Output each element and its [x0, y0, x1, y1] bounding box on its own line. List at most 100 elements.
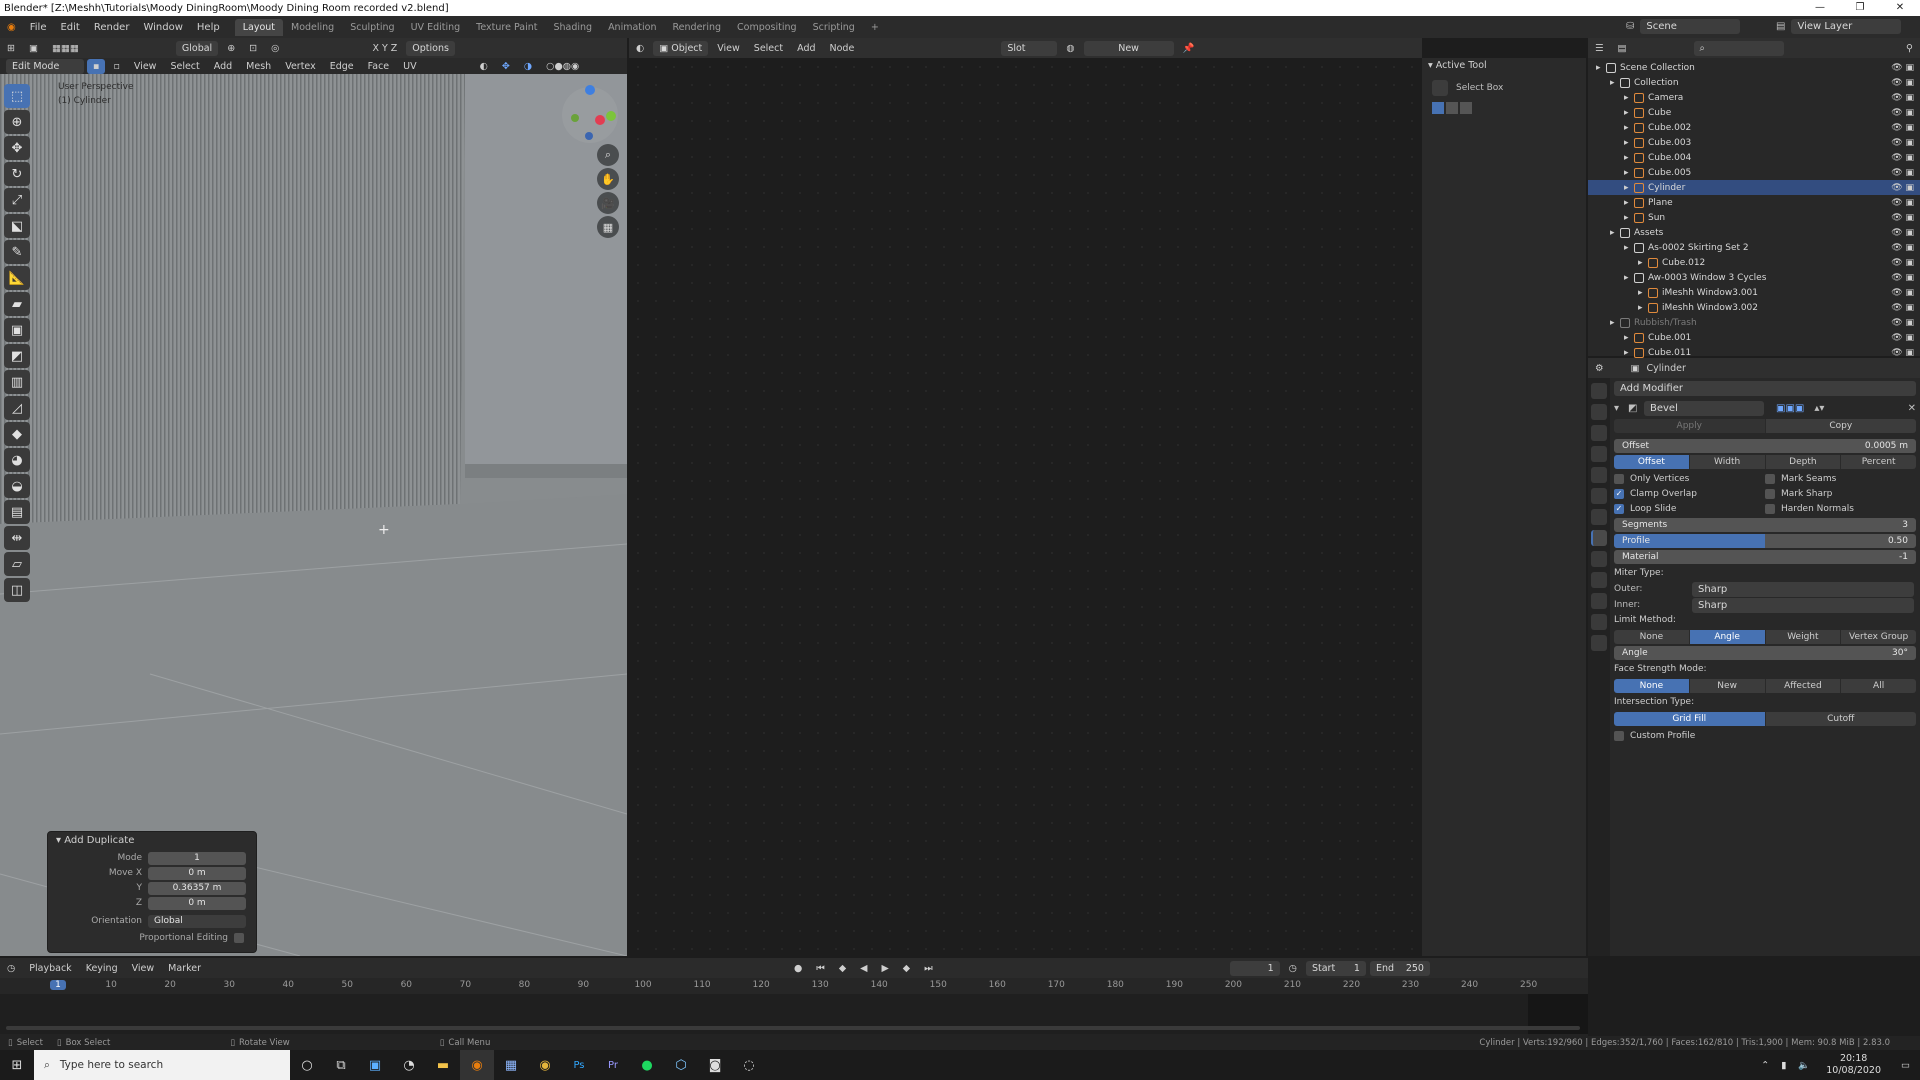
windows-start-icon[interactable]: ⊞	[0, 1050, 34, 1080]
outliner-row[interactable]: ▸ Cube.001 👁 ▣	[1588, 330, 1920, 345]
profile-slider[interactable]: Profile 0.50	[1614, 534, 1916, 548]
shrink-fatten-icon[interactable]: ⇹	[4, 526, 30, 550]
menu-render[interactable]: Render	[87, 22, 137, 33]
rotate-icon[interactable]: ↻	[4, 162, 30, 186]
expand-toggle-icon[interactable]: ▸	[1638, 258, 1648, 268]
node-grid[interactable]	[629, 58, 1422, 956]
viewport-menu-uv[interactable]: UV	[397, 59, 422, 74]
redo-panel-title[interactable]: ▾ Add Duplicate	[48, 832, 256, 850]
camera-view-icon[interactable]: 🎥	[597, 192, 619, 214]
checkbox-row[interactable]: Mark Seams	[1765, 471, 1916, 486]
photoshop-icon[interactable]: Ps	[562, 1050, 596, 1080]
calculator-icon[interactable]: ▦	[494, 1050, 528, 1080]
volume-icon[interactable]: 🔈	[1798, 1060, 1810, 1071]
node-menu-select[interactable]: Select	[748, 41, 789, 56]
expand-toggle-icon[interactable]: ▸	[1624, 273, 1634, 283]
face-strength-new[interactable]: New	[1689, 679, 1766, 693]
width-type-depth[interactable]: Depth	[1765, 455, 1842, 469]
smooth-icon[interactable]: ◒	[4, 474, 30, 498]
record-icon[interactable]: ●	[788, 961, 808, 976]
gizmo-toggle-icon[interactable]: ✥	[496, 59, 516, 74]
checkbox[interactable]	[1765, 503, 1775, 514]
viewport-menu-edge[interactable]: Edge	[324, 59, 360, 74]
outliner-display-icon[interactable]: ▤	[1612, 41, 1633, 56]
scene-selector[interactable]: ⛁ Scene	[1626, 19, 1742, 34]
checkbox-row[interactable]: ✓ Loop Slide	[1614, 501, 1765, 516]
expand-toggle-icon[interactable]: ▸	[1624, 138, 1634, 148]
edge-select-icon[interactable]: ▫	[107, 59, 125, 74]
expand-toggle-icon[interactable]: ▸	[1638, 303, 1648, 313]
extrude-icon[interactable]: ▰	[4, 292, 30, 316]
tray-chevron-icon[interactable]: ⌃	[1761, 1060, 1769, 1071]
options-dropdown[interactable]: Options	[406, 40, 455, 56]
jump-start-icon[interactable]: ⏮	[810, 961, 831, 976]
material-browse-icon[interactable]: ◍	[1060, 41, 1080, 56]
node-menu-node[interactable]: Node	[824, 41, 861, 56]
visibility-toggle-icon[interactable]: 👁 ▣	[1891, 63, 1914, 73]
menu-window[interactable]: Window	[136, 22, 189, 33]
expand-toggle-icon[interactable]: ▸	[1624, 198, 1634, 208]
select-box-icon[interactable]: ⬚	[4, 84, 30, 108]
overlay-toggle-icon[interactable]: ◑	[518, 59, 538, 74]
add-workspace-button[interactable]: +	[863, 19, 887, 36]
face-strength-affected[interactable]: Affected	[1765, 679, 1842, 693]
pin-icon[interactable]: 📌	[1177, 41, 1201, 56]
apply-button[interactable]: Apply	[1614, 419, 1766, 433]
limit-vertex-group[interactable]: Vertex Group	[1841, 630, 1916, 644]
viewlayer-selector[interactable]: ▤ View Layer	[1776, 19, 1903, 34]
limit-angle[interactable]: Angle	[1689, 630, 1766, 644]
cursor-icon[interactable]: ⊕	[4, 110, 30, 134]
outliner-row[interactable]: ▸ Rubbish/Trash 👁 ▣	[1588, 315, 1920, 330]
rip-region-icon[interactable]: ◫	[4, 578, 30, 602]
tab-texture-paint[interactable]: Texture Paint	[468, 19, 545, 36]
menu-file[interactable]: File	[23, 22, 54, 33]
modifier-collapse-icon[interactable]: ▾	[1614, 403, 1628, 414]
visibility-toggle-icon[interactable]: 👁 ▣	[1891, 198, 1914, 208]
outliner-row[interactable]: ▸ Plane 👁 ▣	[1588, 195, 1920, 210]
redo-move-x-field[interactable]: 0 m	[148, 866, 246, 880]
properties-type-icon[interactable]: ⚙	[1589, 361, 1610, 376]
node-editor[interactable]: ◐ ▣ Object View Select Add Node Slot ◍ N…	[629, 38, 1422, 956]
outliner-row[interactable]: ▸ Cube 👁 ▣	[1588, 105, 1920, 120]
move-icon[interactable]: ✥	[4, 136, 30, 160]
visibility-toggle-icon[interactable]: 👁 ▣	[1891, 153, 1914, 163]
cortana-icon[interactable]: ○	[290, 1050, 324, 1080]
outliner-type-icon[interactable]: ☰	[1589, 41, 1610, 56]
proportional-icon[interactable]: ◎	[265, 41, 285, 56]
visibility-toggle-icon[interactable]: 👁 ▣	[1891, 78, 1914, 88]
tab-compositing[interactable]: Compositing	[729, 19, 805, 36]
visibility-toggle-icon[interactable]: 👁 ▣	[1891, 228, 1914, 238]
checkbox-row[interactable]: Mark Sharp	[1765, 486, 1916, 501]
visibility-toggle-icon[interactable]: 👁 ▣	[1891, 93, 1914, 103]
menu-help[interactable]: Help	[190, 22, 227, 33]
add-modifier-dropdown[interactable]: Add Modifier	[1614, 381, 1916, 396]
width-type-percent[interactable]: Percent	[1841, 455, 1916, 469]
material-tab-icon[interactable]	[1591, 635, 1607, 651]
object-tab-icon[interactable]	[1591, 509, 1607, 525]
outliner-row[interactable]: ▸ As-0002 Skirting Set 2 👁 ▣	[1588, 240, 1920, 255]
checkbox[interactable]: ✓	[1614, 503, 1624, 514]
viewport-menu-vertex[interactable]: Vertex	[279, 59, 322, 74]
transform-icon[interactable]: ⬕	[4, 214, 30, 238]
visibility-toggle-icon[interactable]: 👁 ▣	[1891, 333, 1914, 343]
jump-end-icon[interactable]: ⏭	[918, 961, 939, 976]
tab-shading[interactable]: Shading	[545, 19, 600, 36]
edge-slide-icon[interactable]: ▤	[4, 500, 30, 524]
spotify-icon[interactable]: ●	[630, 1050, 664, 1080]
app-a-icon[interactable]: ▣	[358, 1050, 392, 1080]
viewport-visibility-icon[interactable]: ◐	[474, 59, 494, 74]
outliner-row[interactable]: ▸ Cube.005 👁 ▣	[1588, 165, 1920, 180]
timeline-scrollbar[interactable]	[6, 1026, 1580, 1030]
select-mode-new-icon[interactable]	[1432, 102, 1444, 114]
limit-weight[interactable]: Weight	[1765, 630, 1842, 644]
modifier-visibility-icons[interactable]: ▣▣▣	[1776, 403, 1804, 414]
blender-logo-icon[interactable]: ◉	[0, 22, 23, 33]
editor-type-icon[interactable]: ⊞	[1, 41, 21, 56]
menu-edit[interactable]: Edit	[53, 22, 86, 33]
expand-toggle-icon[interactable]: ▸	[1624, 123, 1634, 133]
app-d-icon[interactable]: ◙	[698, 1050, 732, 1080]
new-material-button[interactable]: New	[1083, 40, 1174, 56]
redo-panel-add-duplicate[interactable]: ▾ Add Duplicate Mode 1 Move X 0 m Y 0.36357…	[47, 831, 257, 953]
play-icon[interactable]: ▶	[875, 961, 894, 976]
checkbox[interactable]	[1765, 488, 1775, 499]
